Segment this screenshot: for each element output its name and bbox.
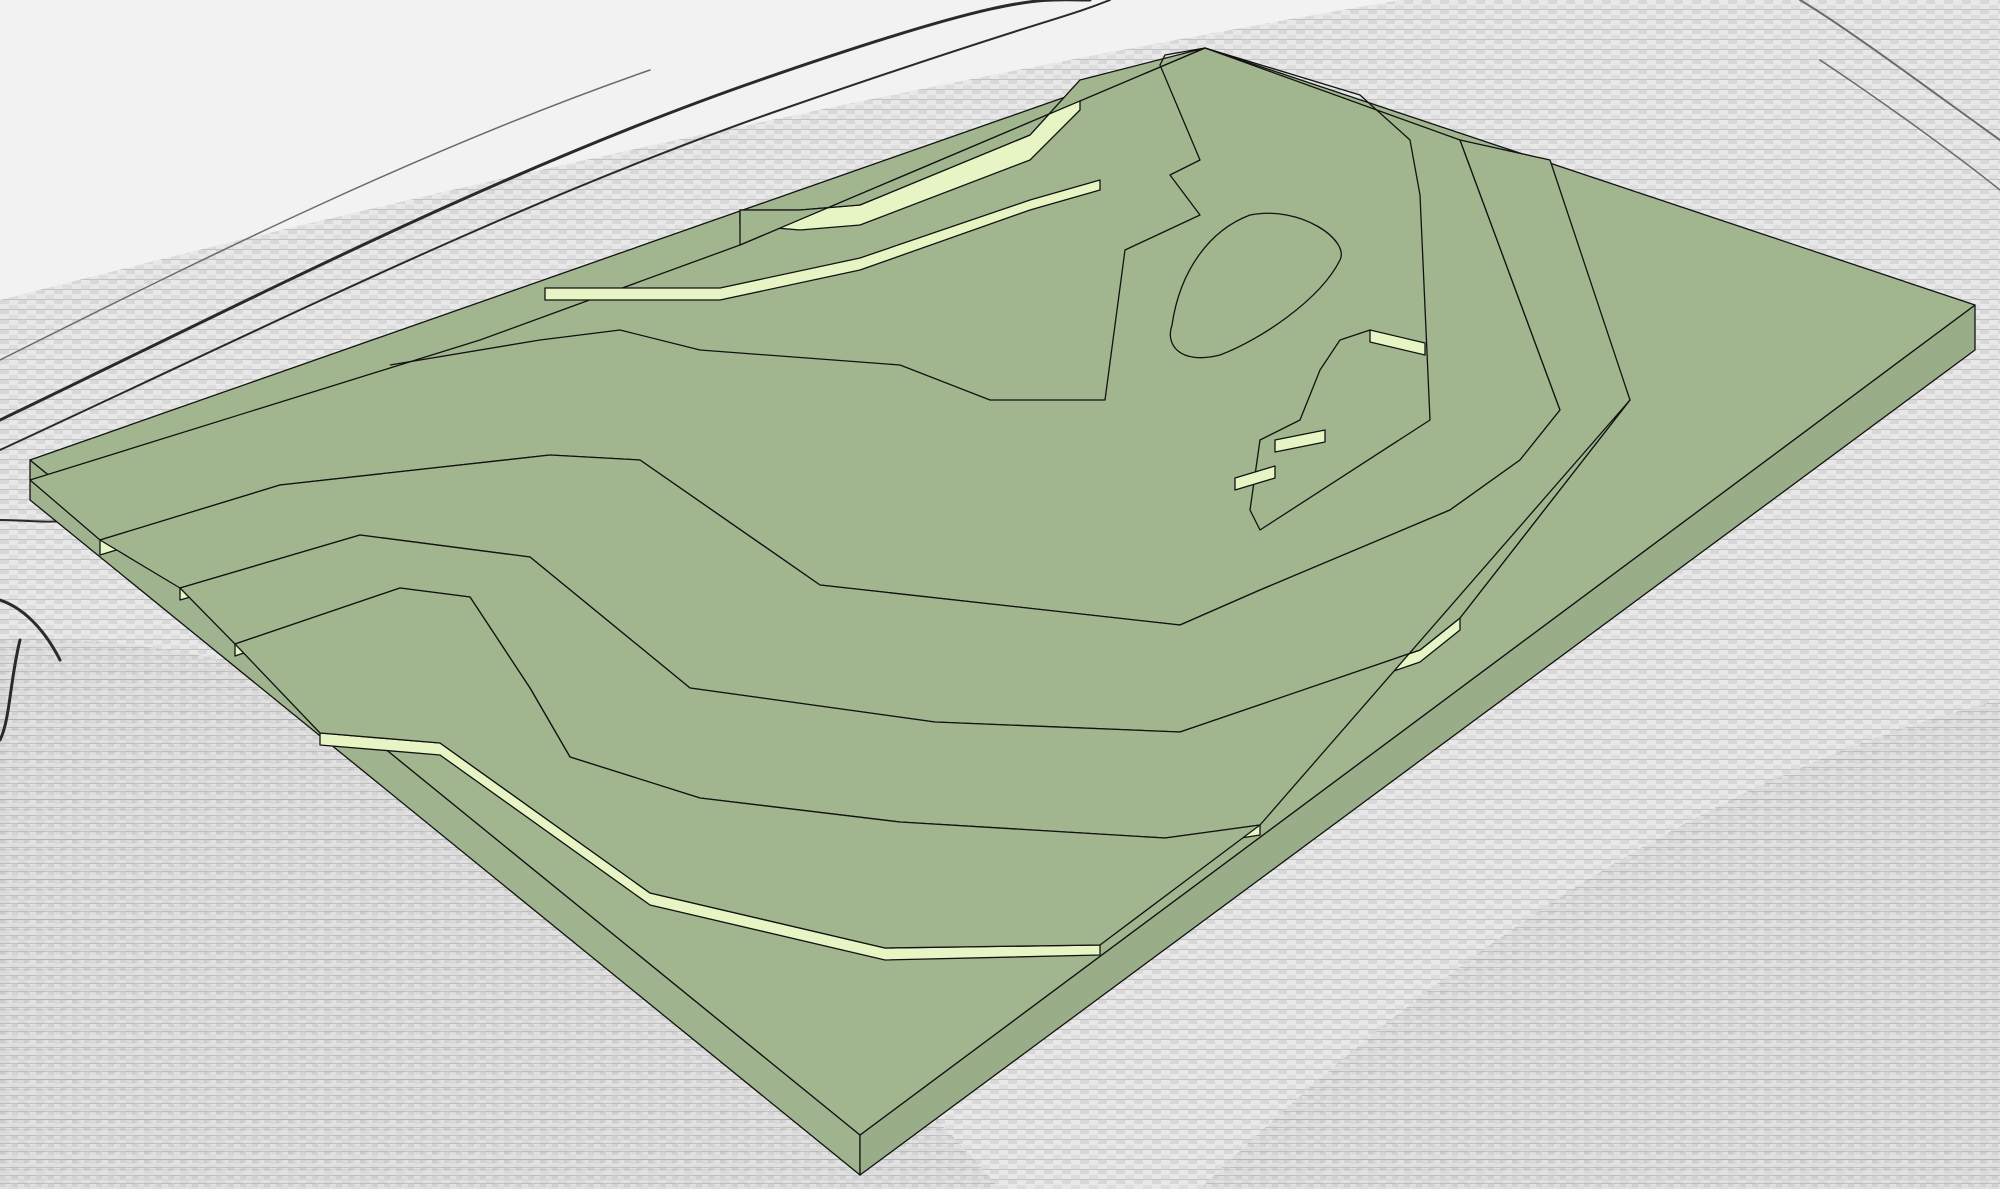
model-canvas[interactable] [0, 0, 2000, 1189]
3d-viewport[interactable] [0, 0, 2000, 1189]
